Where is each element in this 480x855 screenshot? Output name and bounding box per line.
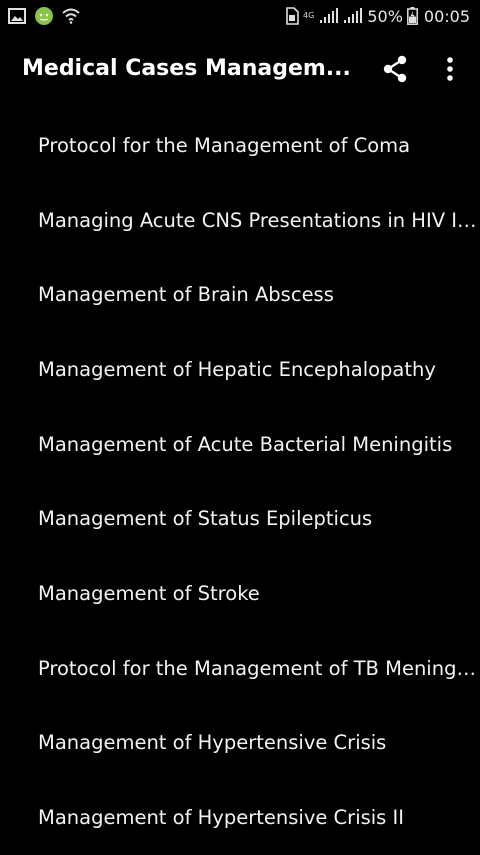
share-button[interactable] [378, 54, 412, 88]
battery-icon [406, 7, 418, 25]
case-list: Protocol for the Management of Coma Mana… [0, 108, 480, 855]
network-type-label: 4G [303, 11, 315, 20]
wifi-icon [62, 8, 80, 24]
list-item-label: Management of Hypertensive Crisis [38, 731, 387, 755]
list-item-label: Protocol for the Management of Coma [38, 133, 411, 157]
list-item-label: Management of Hypertensive Crisis II [38, 806, 405, 830]
list-item[interactable]: Management of Hypertensive Crisis II [0, 780, 480, 855]
list-item-label: Management of Stroke [38, 581, 260, 605]
app-title: Medical Cases Managem... [22, 56, 351, 81]
list-item-label: Protocol for the Management of TB Mening… [38, 656, 480, 680]
list-item[interactable]: Management of Acute Bacterial Meningitis [0, 407, 480, 482]
signal-icon [319, 8, 339, 24]
list-item[interactable]: Management of Hepatic Encephalopathy [0, 332, 480, 407]
list-item-label: Managing Acute CNS Presentations in HIV … [38, 208, 480, 232]
list-item-label: Management of Brain Abscess [38, 283, 334, 307]
list-item[interactable]: Protocol for the Management of TB Mening… [0, 631, 480, 706]
list-item[interactable]: Management of Hypertensive Crisis [0, 706, 480, 781]
list-item-label: Management of Status Epilepticus [38, 507, 373, 531]
list-item[interactable]: Management of Brain Abscess [0, 257, 480, 332]
status-bar-right: 4G 50% 00:05 [285, 4, 470, 28]
status-bar: 4G 50% 00:05 [0, 0, 480, 32]
status-bar-left [8, 6, 80, 26]
list-item-label: Management of Acute Bacterial Meningitis [38, 432, 453, 456]
list-item-label: Management of Hepatic Encephalopathy [38, 357, 436, 381]
list-item[interactable]: Managing Acute CNS Presentations in HIV … [0, 183, 480, 258]
share-icon [382, 55, 408, 87]
list-item[interactable]: Protocol for the Management of Coma [0, 108, 480, 183]
more-vert-icon [446, 56, 454, 86]
more-options-button[interactable] [436, 54, 464, 88]
android-icon [34, 6, 54, 26]
list-item[interactable]: Management of Status Epilepticus [0, 481, 480, 556]
clock: 00:05 [423, 6, 470, 26]
gallery-icon [8, 8, 26, 24]
app-bar: Medical Cases Managem... [0, 32, 480, 108]
sim-icon [285, 7, 299, 25]
signal-icon-2 [343, 8, 363, 24]
list-item[interactable]: Management of Stroke [0, 556, 480, 631]
battery-percent: 50% [367, 6, 403, 26]
